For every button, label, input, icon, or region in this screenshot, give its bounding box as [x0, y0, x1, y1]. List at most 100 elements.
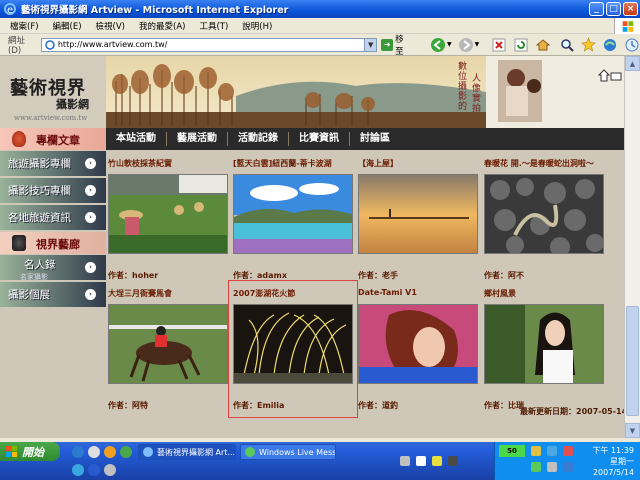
tray-network-icon[interactable]: [400, 456, 410, 466]
go-button[interactable]: ➜ 移至: [381, 33, 412, 57]
volume-indicator[interactable]: 50: [499, 445, 525, 457]
task-messenger-window[interactable]: Windows Live Messen...: [240, 444, 336, 460]
clock[interactable]: 下午 11:39 星期一 2007/5/14: [592, 445, 634, 478]
tray-messenger-icon[interactable]: [531, 462, 541, 472]
nav-forum[interactable]: 討論區: [350, 132, 400, 146]
gallery-card-title[interactable]: 竹山軟枝採茶紀實: [108, 158, 233, 169]
forward-dropdown-icon[interactable]: ▼: [475, 41, 480, 48]
menu-bar: 檔案(F) 編輯(E) 檢視(V) 我的最愛(A) 工具(T) 說明(H): [0, 18, 640, 34]
gallery-card[interactable]: Date-Tami V1 作者：道釣: [358, 288, 483, 411]
history-icon[interactable]: [624, 37, 640, 53]
film-icon: [12, 235, 26, 251]
gallery-card-title[interactable]: 春暖花 開.～是春暖蛇出洞啦～: [484, 158, 609, 169]
quicklaunch-messenger-icon[interactable]: [72, 464, 84, 476]
quicklaunch-desktop-icon[interactable]: [88, 446, 100, 458]
tray-printer-icon[interactable]: [448, 456, 458, 466]
quicklaunch-media-icon[interactable]: [104, 446, 116, 458]
gallery-card-title[interactable]: Date-Tami V1: [358, 288, 483, 299]
scroll-down-icon[interactable]: ▼: [625, 423, 640, 438]
vertical-scrollbar[interactable]: ▲ ▼: [624, 56, 640, 438]
messenger-icon: [245, 447, 255, 457]
scroll-up-icon[interactable]: ▲: [625, 56, 640, 71]
search-icon[interactable]: [559, 37, 575, 53]
tray-speaker-icon[interactable]: [547, 462, 557, 472]
quicklaunch-email-icon[interactable]: [88, 464, 100, 476]
nav-contest-info[interactable]: 比賽資訊: [289, 132, 350, 146]
gallery-card[interactable]: 春暖花 開.～是春暖蛇出洞啦～ 作者：阿不: [484, 158, 609, 281]
task-ie-window[interactable]: 藝術視界攝影網 Art...: [138, 444, 236, 460]
header-banner: 數位攝影的 人像實拍: [106, 56, 624, 128]
svg-text:e: e: [7, 5, 13, 16]
nav-event-records[interactable]: 活動記錄: [228, 132, 289, 146]
gallery-card-title[interactable]: 【海上屋】: [358, 158, 483, 169]
refresh-icon[interactable]: [513, 37, 529, 53]
arrow-right-icon: ›: [85, 185, 96, 196]
forward-icon[interactable]: [458, 37, 474, 53]
nav-site-events[interactable]: 本站活動: [106, 132, 167, 146]
gallery-card-author: 作者：hoher: [108, 271, 159, 280]
tray-security-icon[interactable]: [563, 446, 573, 456]
sidebar-header-columns[interactable]: 專欄文章: [0, 128, 106, 150]
scroll-thumb[interactable]: [626, 306, 639, 416]
back-dropdown-icon[interactable]: ▼: [447, 41, 452, 48]
sidebar-header-gallery[interactable]: 視界藝廊: [0, 232, 106, 254]
title-bar: e 藝術視界攝影網 Artview - Microsoft Internet E…: [0, 0, 640, 18]
tray-wifi-icon[interactable]: [547, 446, 557, 456]
minimize-button[interactable]: _: [589, 2, 604, 16]
gallery-photo[interactable]: [484, 174, 604, 254]
media-icon[interactable]: [602, 37, 618, 53]
gallery-photo[interactable]: [108, 304, 228, 384]
windows-logo-icon: [614, 18, 640, 34]
last-updated-text: 最新更新日期：2007-05-14: [520, 407, 624, 416]
close-button[interactable]: ×: [623, 2, 638, 16]
back-icon[interactable]: [430, 37, 446, 53]
home-link-icon[interactable]: [598, 68, 622, 82]
ie-icon: e: [4, 3, 16, 16]
menu-help[interactable]: 說明(H): [242, 20, 272, 32]
tray-update-icon[interactable]: [563, 462, 573, 472]
sidebar-item-solo-exhibition[interactable]: 攝影個展 ›: [0, 282, 106, 308]
menu-view[interactable]: 檢視(V): [96, 20, 125, 32]
address-dropdown-icon[interactable]: ▼: [364, 38, 377, 51]
menu-edit[interactable]: 編輯(E): [53, 20, 82, 32]
sidebar-item-travel-info[interactable]: 各地旅遊資訊 ›: [0, 205, 106, 231]
start-button[interactable]: 開始: [0, 442, 60, 461]
gallery-card-title[interactable]: 鄉村風景: [484, 288, 609, 299]
home-icon[interactable]: [535, 37, 551, 53]
gallery-photo[interactable]: [484, 304, 604, 384]
nav-art-exhibitions[interactable]: 藝展活動: [167, 132, 228, 146]
stop-icon[interactable]: [491, 37, 507, 53]
gallery-card[interactable]: [藍天白雲]紐西蘭-蒂卡波湖 作者：adamx: [233, 158, 358, 281]
windows-flag-icon: [6, 445, 17, 457]
gallery-photo[interactable]: [358, 304, 478, 384]
gallery-card-author: 作者：阿特: [108, 401, 148, 410]
logo-sub-text: 攝影網: [56, 98, 89, 111]
gallery-card[interactable]: 大埕三月衙賽馬會 作者：阿特: [108, 288, 233, 411]
sidebar-item-celebrities[interactable]: 名人錄 名家攝影 ›: [0, 255, 106, 281]
quicklaunch-ie-icon[interactable]: [72, 446, 84, 458]
sidebar-item-photo-tips[interactable]: 攝影技巧專欄 ›: [0, 178, 106, 204]
address-input[interactable]: http://www.artview.com.tw/ ▼: [40, 37, 378, 52]
gallery-card-title[interactable]: 大埕三月衙賽馬會: [108, 288, 233, 299]
tray-alert-icon[interactable]: [432, 456, 442, 466]
site-logo[interactable]: 藝術視界 攝影網 www.artview.com.tw: [0, 56, 106, 128]
favorites-star-icon[interactable]: [581, 37, 597, 53]
gallery-photo[interactable]: [233, 174, 353, 254]
gallery-card-title[interactable]: [藍天白雲]紐西蘭-蒂卡波湖: [233, 158, 358, 169]
quicklaunch-folder-icon[interactable]: [104, 464, 116, 476]
quicklaunch-app-icon[interactable]: [120, 446, 132, 458]
tray-battery-icon[interactable]: [531, 446, 541, 456]
menu-file[interactable]: 檔案(F): [10, 20, 39, 32]
address-url: http://www.artview.com.tw/: [57, 40, 168, 49]
gallery-card[interactable]: 鄉村風景 作者：比瑞: [484, 288, 609, 411]
maximize-button[interactable]: □: [606, 2, 621, 16]
menu-favorites[interactable]: 我的最愛(A): [139, 20, 185, 32]
gallery-card[interactable]: 【海上屋】 作者：老手: [358, 158, 483, 281]
menu-tools[interactable]: 工具(T): [199, 20, 228, 32]
gallery-photo[interactable]: [108, 174, 228, 254]
tray-info-icon[interactable]: [416, 456, 426, 466]
sidebar-sub-caption: 名家攝影: [20, 273, 48, 281]
gallery-card[interactable]: 竹山軟枝採茶紀實 作者：hoher: [108, 158, 233, 281]
gallery-photo[interactable]: [358, 174, 478, 254]
sidebar-item-travel-photo[interactable]: 旅遊攝影專欄 ›: [0, 151, 106, 177]
